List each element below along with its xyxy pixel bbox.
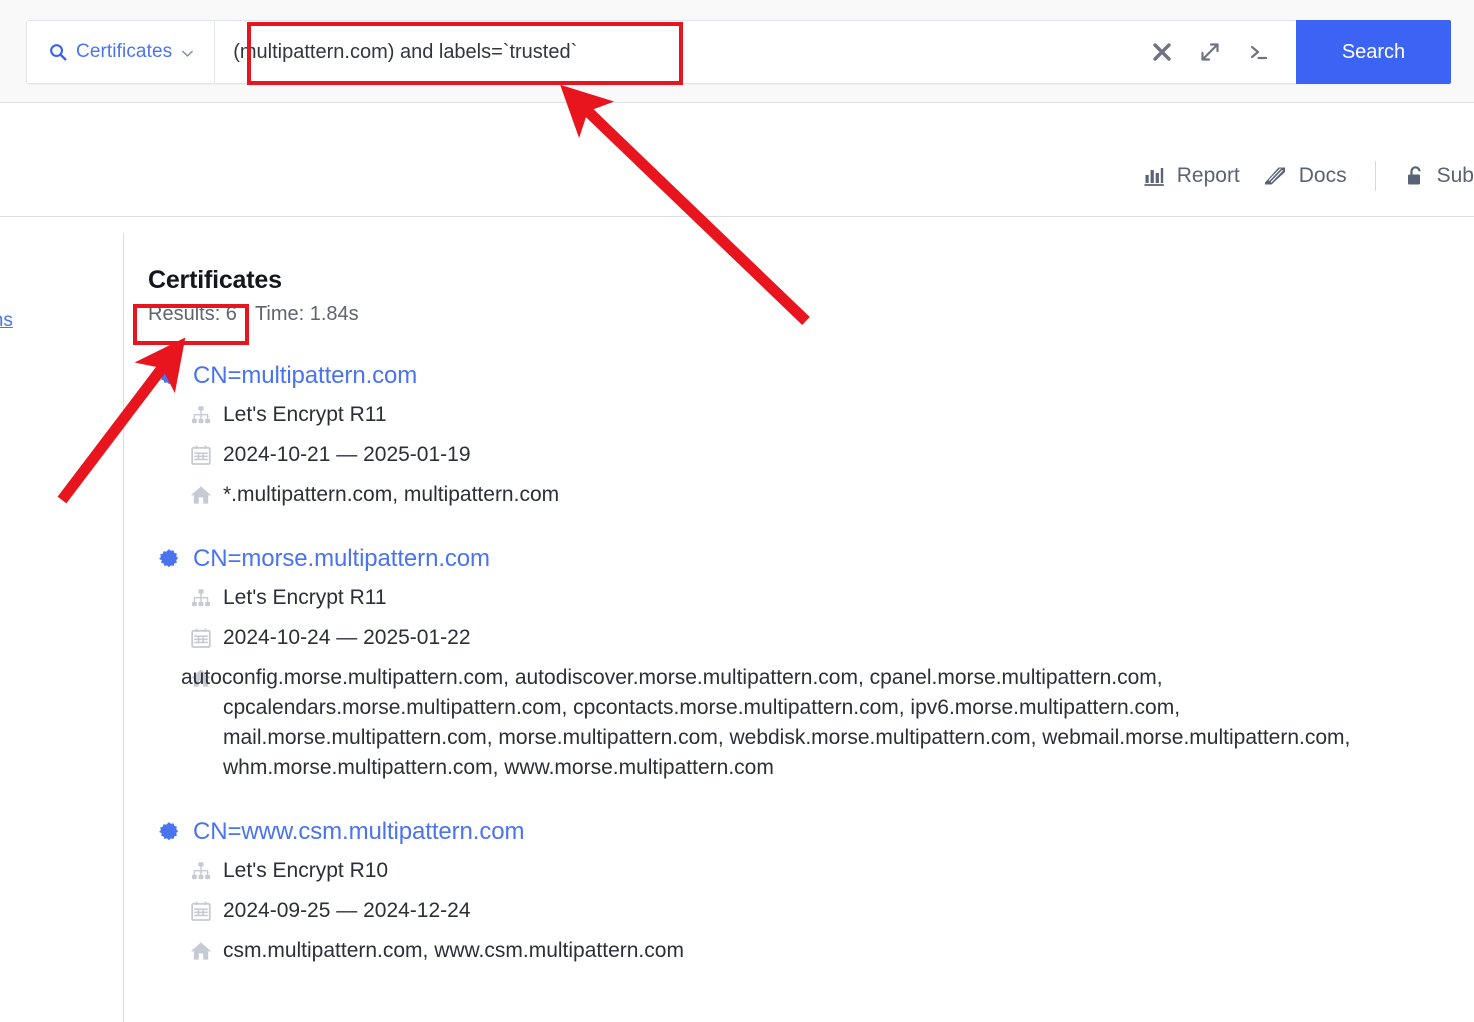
query-field-wrapper (215, 21, 1140, 83)
search-bar: Certificates (multipattern.com) and labe… (0, 0, 1474, 103)
report-label: Report (1176, 164, 1240, 187)
result-domains: *.multipattern.com, multipattern.com (223, 482, 560, 506)
result-validity-row: 2024-09-25 — 2024-12-24 (190, 896, 1448, 926)
results-time: Time: 1.84s (254, 303, 359, 325)
results-panel: Certificates Results: 6 Time: 1.84s CN=m… (148, 266, 1448, 966)
report-button[interactable]: Report (1142, 164, 1240, 188)
result-issuer: Let's Encrypt R11 (223, 586, 387, 610)
sidebar-link-fragment[interactable]: ions (0, 310, 13, 332)
sitemap-icon (192, 862, 210, 880)
calendar-icon (191, 628, 211, 649)
book-icon (1264, 167, 1285, 185)
calendar-icon (191, 901, 211, 922)
result-issuer: Let's Encrypt R10 (223, 859, 389, 883)
subscribe-button[interactable]: Sub (1404, 164, 1474, 188)
sitemap-icon (192, 589, 210, 607)
home-icon (190, 486, 212, 504)
result-validity-row: 2024-10-24 — 2025-01-22 (190, 623, 1448, 653)
calendar-icon (191, 445, 211, 465)
result-validity: 2024-10-21 — 2025-01-19 (223, 442, 471, 466)
certificate-seal-icon (159, 822, 179, 841)
docs-label: Docs (1298, 164, 1347, 187)
result-common-name[interactable]: CN=multipattern.com (193, 362, 417, 390)
toolbar-divider (1374, 161, 1376, 191)
page-toolbar: Report Docs Sub (0, 104, 1474, 217)
search-button[interactable]: Search (1296, 20, 1451, 84)
chevron-down-icon (182, 50, 194, 57)
result-item: CN=morse.multipattern.com Let's Encrypt … (148, 545, 1448, 782)
unlock-icon (1407, 166, 1421, 185)
result-domains-row: autoconfig.morse.multipattern.com, autod… (181, 663, 1448, 782)
result-domains: autoconfig.morse.multipattern.com, autod… (181, 666, 1351, 779)
result-item: CN=www.csm.multipattern.com Let's Encryp… (148, 818, 1448, 965)
result-header[interactable]: CN=multipattern.com (158, 362, 1448, 390)
toolbar-items: Report Docs Sub (1142, 161, 1474, 191)
result-issuer: Let's Encrypt R11 (223, 403, 387, 426)
clear-icon[interactable] (1150, 40, 1174, 64)
expand-icon[interactable] (1198, 40, 1222, 64)
search-shell: Certificates (multipattern.com) and labe… (26, 20, 1451, 84)
result-domains-row: csm.multipattern.com, www.csm.multipatte… (190, 936, 1448, 966)
result-validity: 2024-10-24 — 2025-01-22 (223, 626, 471, 650)
result-issuer-row: Let's Encrypt R11 (190, 400, 1448, 430)
result-domains-row: *.multipattern.com, multipattern.com (190, 480, 1448, 510)
console-prompt-icon[interactable] (1246, 40, 1270, 64)
result-issuer-row: Let's Encrypt R10 (190, 856, 1448, 886)
certificate-seal-icon (159, 549, 179, 568)
search-type-selector[interactable]: Certificates (27, 21, 216, 83)
subscribe-label: Sub (1436, 164, 1474, 187)
result-header[interactable]: CN=www.csm.multipattern.com (158, 818, 1448, 846)
result-common-name[interactable]: CN=morse.multipattern.com (193, 545, 490, 573)
query-actions (1140, 21, 1296, 83)
home-icon (190, 942, 212, 960)
result-validity: 2024-09-25 — 2024-12-24 (223, 899, 471, 923)
result-header[interactable]: CN=morse.multipattern.com (158, 545, 1448, 573)
search-type-label: Certificates (76, 41, 173, 62)
search-input[interactable] (215, 40, 1140, 64)
result-common-name[interactable]: CN=www.csm.multipattern.com (193, 818, 524, 846)
content-divider (123, 233, 124, 1022)
results-meta: Results: 6 Time: 1.84s (148, 303, 1448, 326)
result-item: CN=multipattern.com Let's Encrypt R11 20… (148, 362, 1448, 509)
bar-chart-icon (1144, 168, 1164, 186)
sitemap-icon (192, 406, 210, 424)
certificate-search-page: Certificates (multipattern.com) and labe… (0, 0, 1474, 1022)
results-heading: Certificates (148, 266, 282, 294)
certificate-seal-icon (159, 366, 179, 385)
search-icon (50, 44, 67, 61)
results-count: Results: 6 (148, 303, 237, 325)
docs-button[interactable]: Docs (1262, 164, 1347, 188)
result-domains: csm.multipattern.com, www.csm.multipatte… (223, 938, 684, 962)
result-issuer-row: Let's Encrypt R11 (190, 583, 1448, 613)
result-validity-row: 2024-10-21 — 2025-01-19 (190, 440, 1448, 470)
